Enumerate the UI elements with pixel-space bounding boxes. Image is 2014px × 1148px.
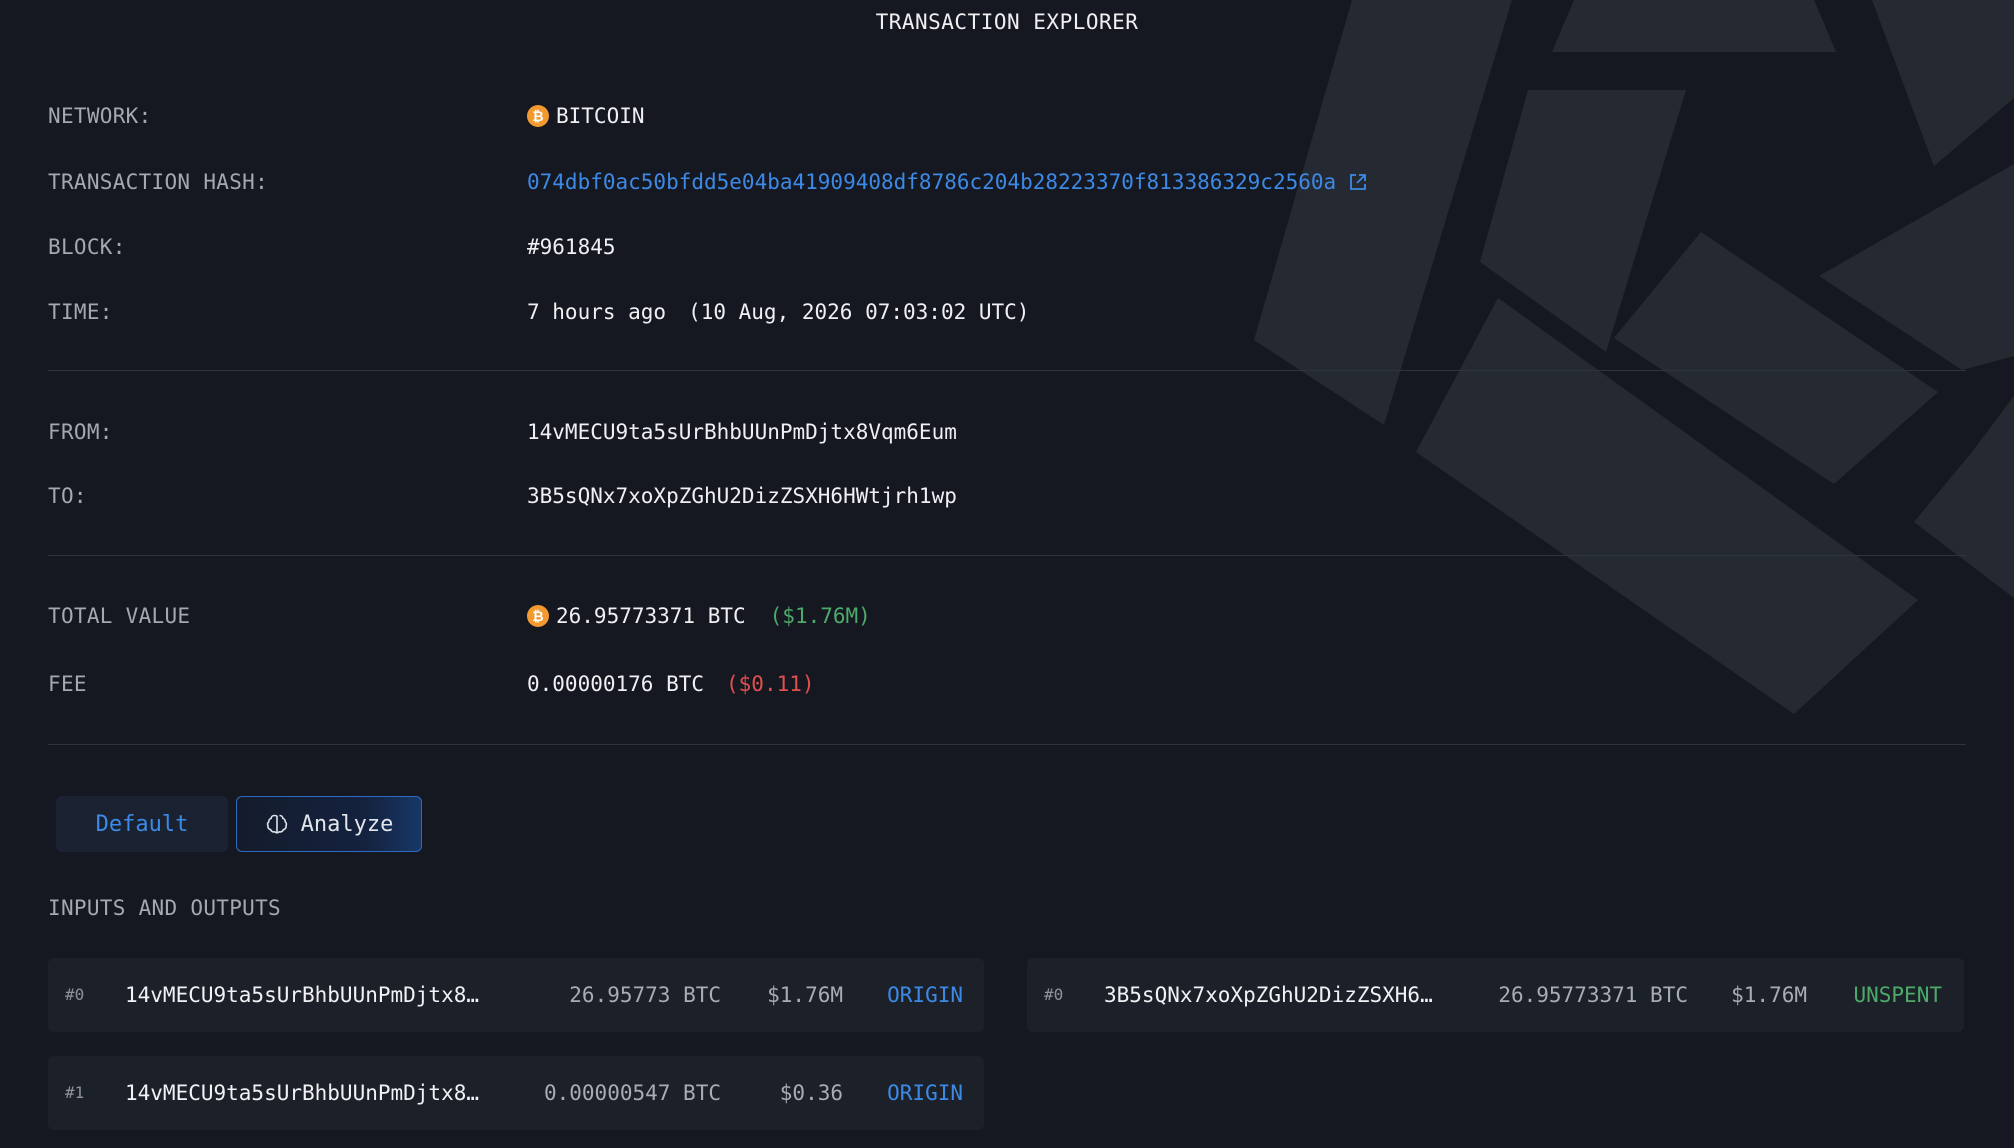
tab-analyze-label: Analyze <box>300 811 394 837</box>
network-name: BITCOIN <box>556 104 645 128</box>
block-row: BLOCK: #961845 <box>48 227 1966 267</box>
from-label: FROM: <box>48 420 113 444</box>
divider <box>48 555 1966 556</box>
divider <box>48 370 1966 371</box>
input-address[interactable]: 14vMECU9ta5sUrBhbUUnPmDjtx8… <box>125 1056 479 1130</box>
fee-row: FEE 0.00000176 BTC ($0.11) <box>48 664 1966 704</box>
input-amount: 26.95773 BTC <box>569 983 721 1007</box>
input-address[interactable]: 14vMECU9ta5sUrBhbUUnPmDjtx8… <box>125 958 479 1032</box>
fee-label: FEE <box>48 672 87 696</box>
tab-analyze[interactable]: Analyze <box>236 796 422 852</box>
input-index: #0 <box>65 985 85 1004</box>
external-link-icon[interactable] <box>1348 172 1368 192</box>
output-index: #0 <box>1044 985 1064 1004</box>
brain-icon <box>266 814 287 834</box>
tab-default-label: Default <box>95 811 189 837</box>
total-value-label: TOTAL VALUE <box>48 604 191 628</box>
total-value-row: TOTAL VALUE ₿ 26.95773371 BTC ($1.76M) <box>48 596 1966 636</box>
time-value: 7 hours ago (10 Aug, 2026 07:03:02 UTC) <box>527 300 1029 324</box>
output-amount: 26.95773371 BTC <box>1498 983 1688 1007</box>
total-value: ₿ 26.95773371 BTC ($1.76M) <box>527 604 871 628</box>
bitcoin-icon: ₿ <box>527 105 549 127</box>
inputs-outputs-title: INPUTS AND OUTPUTS <box>48 896 281 920</box>
network-row: NETWORK: ₿ BITCOIN <box>48 96 1966 136</box>
output-row[interactable]: #0 3B5sQNx7xoXpZGhU2DizZSXH6… 26.9577337… <box>1027 958 1964 1032</box>
to-address[interactable]: 3B5sQNx7xoXpZGhU2DizZSXH6HWtjrh1wp <box>527 484 957 508</box>
network-value: ₿ BITCOIN <box>527 104 645 128</box>
page-title: TRANSACTION EXPLORER <box>875 10 1139 34</box>
network-label: NETWORK: <box>48 104 152 128</box>
to-label: TO: <box>48 484 87 508</box>
tab-default[interactable]: Default <box>56 796 228 852</box>
total-usd: ($1.76M) <box>769 604 871 628</box>
hash-value: 074dbf0ac50bfdd5e04ba41909408df8786c204b… <box>527 170 1368 194</box>
input-status: ORIGIN <box>887 983 963 1007</box>
input-row[interactable]: #0 14vMECU9ta5sUrBhbUUnPmDjtx8… 26.95773… <box>48 958 984 1032</box>
time-relative: 7 hours ago <box>527 300 667 324</box>
time-absolute: (10 Aug, 2026 07:03:02 UTC) <box>688 300 1030 324</box>
time-row: TIME: 7 hours ago (10 Aug, 2026 07:03:02… <box>48 292 1966 332</box>
bitcoin-icon: ₿ <box>527 605 549 627</box>
from-address[interactable]: 14vMECU9ta5sUrBhbUUnPmDjtx8Vqm6Eum <box>527 420 957 444</box>
block-value[interactable]: #961845 <box>527 235 616 259</box>
block-label: BLOCK: <box>48 235 126 259</box>
time-label: TIME: <box>48 300 113 324</box>
fee-value: 0.00000176 BTC ($0.11) <box>527 672 815 696</box>
transaction-hash-link[interactable]: 074dbf0ac50bfdd5e04ba41909408df8786c204b… <box>527 170 1336 194</box>
output-address[interactable]: 3B5sQNx7xoXpZGhU2DizZSXH6… <box>1104 958 1433 1032</box>
output-usd: $1.76M <box>1731 983 1807 1007</box>
fee-usd: ($0.11) <box>726 672 815 696</box>
total-btc: 26.95773371 BTC <box>556 604 746 628</box>
input-amount: 0.00000547 BTC <box>543 1081 721 1105</box>
fee-btc: 0.00000176 BTC <box>527 672 705 696</box>
output-status: UNSPENT <box>1853 983 1942 1007</box>
input-row[interactable]: #1 14vMECU9ta5sUrBhbUUnPmDjtx8… 0.000005… <box>48 1056 984 1130</box>
from-row: FROM: 14vMECU9ta5sUrBhbUUnPmDjtx8Vqm6Eum <box>48 412 1966 452</box>
hash-label: TRANSACTION HASH: <box>48 170 269 194</box>
input-usd: $1.76M <box>767 983 843 1007</box>
divider <box>48 744 1966 745</box>
to-row: TO: 3B5sQNx7xoXpZGhU2DizZSXH6HWtjrh1wp <box>48 476 1966 516</box>
hash-row: TRANSACTION HASH: 074dbf0ac50bfdd5e04ba4… <box>48 162 1966 202</box>
input-usd: $0.36 <box>779 1081 843 1105</box>
input-index: #1 <box>65 1083 85 1102</box>
input-status: ORIGIN <box>887 1081 963 1105</box>
